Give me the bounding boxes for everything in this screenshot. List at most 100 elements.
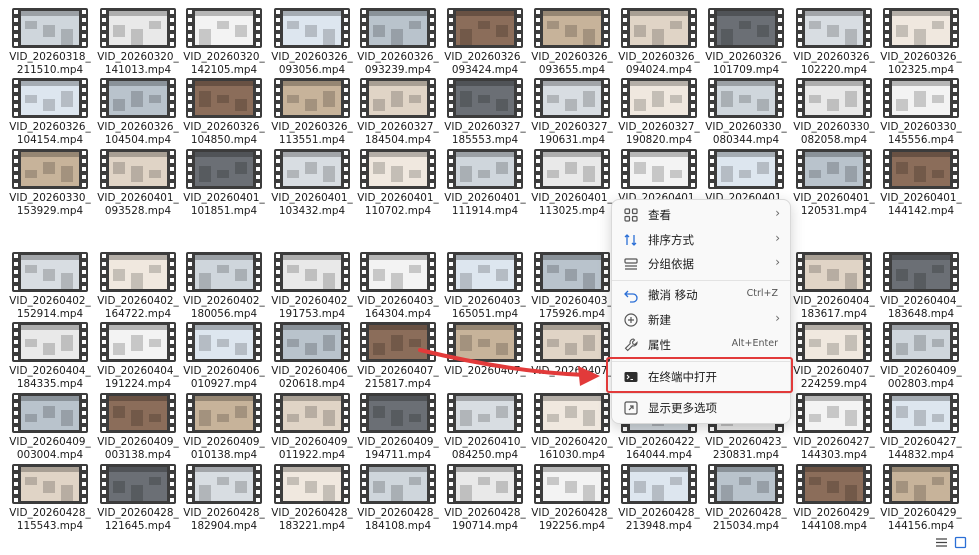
video-thumbnail	[274, 78, 350, 118]
video-thumbnail	[186, 78, 262, 118]
video-thumbnail	[883, 78, 959, 118]
video-file-tile[interactable]: VID_20260401_ 101851.mp4	[183, 149, 265, 231]
video-file-tile[interactable]: VID_20260326_ 113551.mp4	[271, 78, 353, 160]
video-file-tile[interactable]: VID_20260401_ 111914.mp4	[444, 149, 526, 231]
video-file-tile[interactable]: VID_20260326_ 104504.mp4	[97, 78, 179, 160]
video-file-tile[interactable]: VID_20260407_	[444, 322, 526, 404]
video-file-tile[interactable]: VID_20260429_ 144108.mp4	[793, 464, 875, 546]
video-thumbnail	[100, 78, 176, 118]
video-file-tile[interactable]: VID_20260327_ 185553.mp4	[444, 78, 526, 160]
video-file-tile[interactable]: VID_20260428_ 215034.mp4	[705, 464, 787, 546]
video-thumbnail	[360, 78, 436, 118]
shortcut-text: Alt+Enter	[731, 338, 778, 349]
video-file-tile[interactable]: VID_20260428_ 190714.mp4	[444, 464, 526, 546]
video-file-tile[interactable]: VID_20260327_ 190820.mp4	[618, 78, 700, 160]
video-file-tile[interactable]: VID_20260429_ 144156.mp4	[880, 464, 962, 546]
chevron-right-icon: ›	[775, 206, 780, 220]
video-thumbnail	[274, 8, 350, 48]
video-file-tile[interactable]: VID_20260330_ 153929.mp4	[9, 149, 91, 231]
video-thumbnail	[447, 393, 523, 433]
video-file-tile[interactable]: VID_20260330_ 145556.mp4	[880, 78, 962, 160]
sort-icon	[623, 232, 639, 248]
video-file-tile[interactable]: VID_20260409_ 002803.mp4	[880, 322, 962, 404]
video-file-tile[interactable]: VID_20260401_ 103432.mp4	[271, 149, 353, 231]
video-thumbnail	[447, 322, 523, 362]
file-name: VID_20260428_ 190714.mp4	[444, 507, 526, 532]
menu-item-new[interactable]: 新建 ›	[616, 308, 786, 332]
video-file-tile[interactable]: VID_20260407_	[531, 322, 613, 404]
menu-item-sort[interactable]: 排序方式 ›	[616, 228, 786, 252]
video-file-tile[interactable]: VID_20260327_ 184504.mp4	[357, 78, 439, 160]
video-file-tile[interactable]: VID_20260330_ 082058.mp4	[793, 78, 875, 160]
highlight-box	[606, 357, 793, 393]
video-file-tile[interactable]: VID_20260428_ 184108.mp4	[357, 464, 439, 546]
video-file-tile[interactable]: VID_20260409_ 010138.mp4	[183, 393, 265, 475]
video-file-tile[interactable]: VID_20260327_ 190631.mp4	[531, 78, 613, 160]
video-file-tile[interactable]: VID_20260409_ 003138.mp4	[97, 393, 179, 475]
video-file-tile[interactable]: VID_20260404_ 184335.mp4	[9, 322, 91, 404]
video-file-tile[interactable]: VID_20260401_ 120531.mp4	[793, 149, 875, 231]
video-file-tile[interactable]: VID_20260406_ 010927.mp4	[183, 322, 265, 404]
chevron-right-icon: ›	[775, 231, 780, 245]
video-thumbnail	[796, 464, 872, 504]
tiles-view-icon[interactable]	[954, 536, 967, 549]
file-name: VID_20260428_ 115543.mp4	[9, 507, 91, 532]
video-file-tile[interactable]: VID_20260407_ 224259.mp4	[793, 322, 875, 404]
video-thumbnail	[883, 393, 959, 433]
video-file-tile[interactable]: VID_20260401_ 093528.mp4	[97, 149, 179, 231]
file-name: VID_20260401_ 103432.mp4	[271, 192, 353, 217]
chevron-right-icon: ›	[775, 255, 780, 269]
video-thumbnail	[796, 149, 872, 189]
video-thumbnail	[12, 464, 88, 504]
menu-item-group[interactable]: 分组依据 ›	[616, 252, 786, 276]
more-options-icon	[623, 400, 639, 416]
menu-item-undo[interactable]: 撤消 移动 Ctrl+Z	[616, 283, 786, 307]
view-toggle	[935, 535, 975, 551]
menu-item-label: 属性	[648, 338, 671, 352]
video-file-tile[interactable]: VID_20260428_ 192256.mp4	[531, 464, 613, 546]
video-file-tile[interactable]: VID_20260401_ 144142.mp4	[880, 149, 962, 231]
file-name: VID_20260401_ 120531.mp4	[793, 192, 875, 217]
menu-item-label: 显示更多选项	[648, 401, 717, 415]
file-name: VID_20260409_ 002803.mp4	[880, 365, 962, 390]
video-thumbnail	[534, 252, 610, 292]
video-file-tile[interactable]: VID_20260326_ 104154.mp4	[9, 78, 91, 160]
file-name: VID_20260427_ 144303.mp4	[793, 436, 875, 461]
video-file-tile[interactable]: VID_20260427_ 144832.mp4	[880, 393, 962, 475]
file-name: VID_20260407_	[531, 365, 613, 377]
file-name: VID_20260404_ 183617.mp4	[793, 295, 875, 320]
video-file-tile[interactable]: VID_20260404_ 191224.mp4	[97, 322, 179, 404]
video-file-tile[interactable]: VID_20260428_ 213948.mp4	[618, 464, 700, 546]
video-file-tile[interactable]: VID_20260406_ 020618.mp4	[271, 322, 353, 404]
video-file-tile[interactable]: VID_20260409_ 011922.mp4	[271, 393, 353, 475]
video-file-tile[interactable]: VID_20260427_ 144303.mp4	[793, 393, 875, 475]
file-name: VID_20260428_ 121645.mp4	[97, 507, 179, 532]
video-file-tile[interactable]: VID_20260326_ 104850.mp4	[183, 78, 265, 160]
video-thumbnail	[534, 149, 610, 189]
video-file-tile[interactable]: VID_20260407_ 215817.mp4	[357, 322, 439, 404]
video-thumbnail	[186, 252, 262, 292]
file-name: VID_20260406_ 020618.mp4	[271, 365, 353, 390]
video-file-tile[interactable]: VID_20260330_ 080344.mp4	[705, 78, 787, 160]
video-file-tile[interactable]: VID_20260401_ 110702.mp4	[357, 149, 439, 231]
video-file-tile[interactable]: VID_20260420_ 161030.mp4	[531, 393, 613, 475]
video-thumbnail	[100, 322, 176, 362]
video-file-tile[interactable]: VID_20260428_ 121645.mp4	[97, 464, 179, 546]
video-thumbnail	[534, 393, 610, 433]
video-thumbnail	[796, 78, 872, 118]
menu-item-properties[interactable]: 属性 Alt+Enter	[616, 333, 786, 357]
video-thumbnail	[186, 8, 262, 48]
video-file-tile[interactable]: VID_20260410_ 084250.mp4	[444, 393, 526, 475]
video-thumbnail	[447, 149, 523, 189]
video-file-tile[interactable]: VID_20260428_ 115543.mp4	[9, 464, 91, 546]
video-file-tile[interactable]: VID_20260428_ 183221.mp4	[271, 464, 353, 546]
video-file-tile[interactable]: VID_20260401_ 113025.mp4	[531, 149, 613, 231]
video-file-tile[interactable]: VID_20260428_ 182904.mp4	[183, 464, 265, 546]
video-file-tile[interactable]: VID_20260409_ 194711.mp4	[357, 393, 439, 475]
video-file-tile[interactable]: VID_20260409_ 003004.mp4	[9, 393, 91, 475]
menu-item-more-options[interactable]: 显示更多选项	[616, 396, 786, 420]
video-thumbnail	[100, 464, 176, 504]
file-name: VID_20260428_ 184108.mp4	[357, 507, 439, 532]
menu-item-view[interactable]: 查看 ›	[616, 203, 786, 227]
details-view-icon[interactable]	[935, 536, 948, 549]
